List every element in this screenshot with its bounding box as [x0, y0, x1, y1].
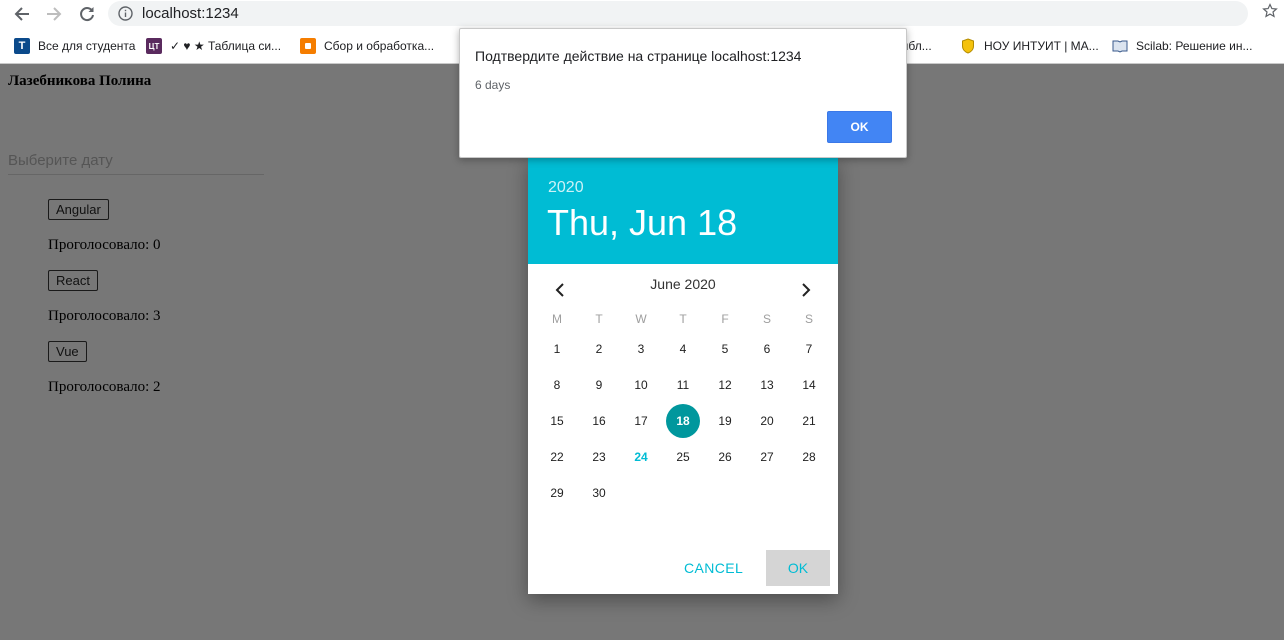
confirm-message: 6 days: [475, 78, 511, 92]
calendar-day[interactable]: 14: [792, 368, 826, 402]
calendar-day[interactable]: 25: [666, 440, 700, 474]
weekday-label: S: [804, 312, 813, 326]
calendar-day[interactable]: 13: [750, 368, 784, 402]
bookmark-star-icon[interactable]: [1262, 3, 1278, 24]
calendar-day-selected[interactable]: 18: [666, 404, 700, 438]
weekday-label: T: [595, 312, 603, 326]
calendar-day[interactable]: 24: [624, 440, 658, 474]
calendar-day[interactable]: 20: [750, 404, 784, 438]
confirm-title: Подтвердите действие на странице localho…: [475, 48, 802, 64]
weekday-label: S: [762, 312, 771, 326]
calendar-day[interactable]: 8: [540, 368, 574, 402]
bookmark-label: Сбор и обработка...: [324, 39, 435, 53]
date-field[interactable]: [8, 149, 264, 175]
calendar-day[interactable]: 17: [624, 404, 658, 438]
vote-count-angular: Проголосовало: 0: [48, 237, 161, 253]
bookmark-item[interactable]: НОУ ИНТУИТ | МА...: [960, 37, 1099, 55]
calendar-day[interactable]: 19: [708, 404, 742, 438]
calendar-day[interactable]: 29: [540, 476, 574, 510]
datepicker-selected-date: Thu, Jun 18: [547, 202, 738, 243]
site-icon: ЦТ: [146, 38, 162, 54]
datepicker-year[interactable]: 2020: [548, 179, 584, 197]
blogger-icon: [300, 38, 316, 54]
vote-react-button[interactable]: React: [48, 270, 98, 291]
university-icon: T: [14, 38, 30, 54]
bookmark-label: Scilab: Решение ин...: [1136, 39, 1253, 53]
calendar-day[interactable]: 12: [708, 368, 742, 402]
bookmark-label: Все для студента: [38, 39, 136, 53]
bookmark-label: ✓ ♥ ★ Таблица си...: [170, 39, 282, 53]
weekday-label: M: [552, 312, 562, 326]
calendar-day[interactable]: 7: [792, 332, 826, 366]
confirm-dialog: Подтвердите действие на странице localho…: [459, 28, 907, 158]
reload-icon[interactable]: [75, 2, 99, 26]
weekday-label: T: [679, 312, 687, 326]
bookmark-item[interactable]: Scilab: Решение ин...: [1112, 37, 1252, 55]
url-text: localhost:1234: [142, 5, 239, 22]
bookmark-label: НОУ ИНТУИТ | МА...: [984, 39, 1099, 53]
confirm-ok-button[interactable]: OK: [827, 111, 892, 143]
calendar-day[interactable]: 21: [792, 404, 826, 438]
vote-vue-button[interactable]: Vue: [48, 341, 87, 362]
calendar-day[interactable]: 11: [666, 368, 700, 402]
calendar-day[interactable]: 4: [666, 332, 700, 366]
vote-count-react: Проголосовало: 3: [48, 308, 161, 324]
calendar-day[interactable]: 10: [624, 368, 658, 402]
calendar-day[interactable]: 26: [708, 440, 742, 474]
cancel-button[interactable]: CANCEL: [678, 550, 749, 586]
calendar-day[interactable]: 6: [750, 332, 784, 366]
bookmark-item[interactable]: Сбор и обработка...: [300, 37, 434, 55]
calendar-day[interactable]: 3: [624, 332, 658, 366]
chevron-right-icon: [802, 283, 811, 297]
calendar-day[interactable]: 15: [540, 404, 574, 438]
weekday-label: F: [721, 312, 729, 326]
calendar-day[interactable]: 23: [582, 440, 616, 474]
calendar-day[interactable]: 27: [750, 440, 784, 474]
forward-icon[interactable]: [42, 2, 66, 26]
author-name: Лазебникова Полина: [8, 73, 152, 89]
bookmark-item[interactable]: T Все для студента: [14, 37, 135, 55]
calendar-day[interactable]: 30: [582, 476, 616, 510]
calendar-day[interactable]: 28: [792, 440, 826, 474]
calendar-day[interactable]: 5: [708, 332, 742, 366]
back-icon[interactable]: [10, 2, 34, 26]
month-label: June 2020: [650, 276, 716, 292]
datepicker-dialog: 2020 Thu, Jun 18 June 2020 MTWTFSS 12345…: [528, 158, 838, 594]
address-bar[interactable]: localhost:1234: [108, 1, 1248, 26]
vote-count-vue: Проголосовало: 2: [48, 379, 161, 395]
vote-angular-button[interactable]: Angular: [48, 199, 109, 220]
calendar-day[interactable]: 16: [582, 404, 616, 438]
weekday-label: W: [635, 312, 647, 326]
calendar-day[interactable]: 1: [540, 332, 574, 366]
next-month-button[interactable]: [794, 278, 818, 302]
calendar-day[interactable]: 9: [582, 368, 616, 402]
book-icon: [1112, 38, 1128, 54]
ok-button[interactable]: OK: [766, 550, 830, 586]
date-input[interactable]: [8, 149, 264, 171]
bookmark-item[interactable]: ЦТ ✓ ♥ ★ Таблица си...: [146, 37, 281, 55]
calendar-day[interactable]: 2: [582, 332, 616, 366]
shield-icon: [960, 38, 976, 54]
browser-toolbar: localhost:1234: [0, 0, 1284, 28]
datepicker-header: 2020 Thu, Jun 18: [528, 158, 838, 264]
info-icon[interactable]: [118, 6, 133, 26]
calendar-day[interactable]: 22: [540, 440, 574, 474]
